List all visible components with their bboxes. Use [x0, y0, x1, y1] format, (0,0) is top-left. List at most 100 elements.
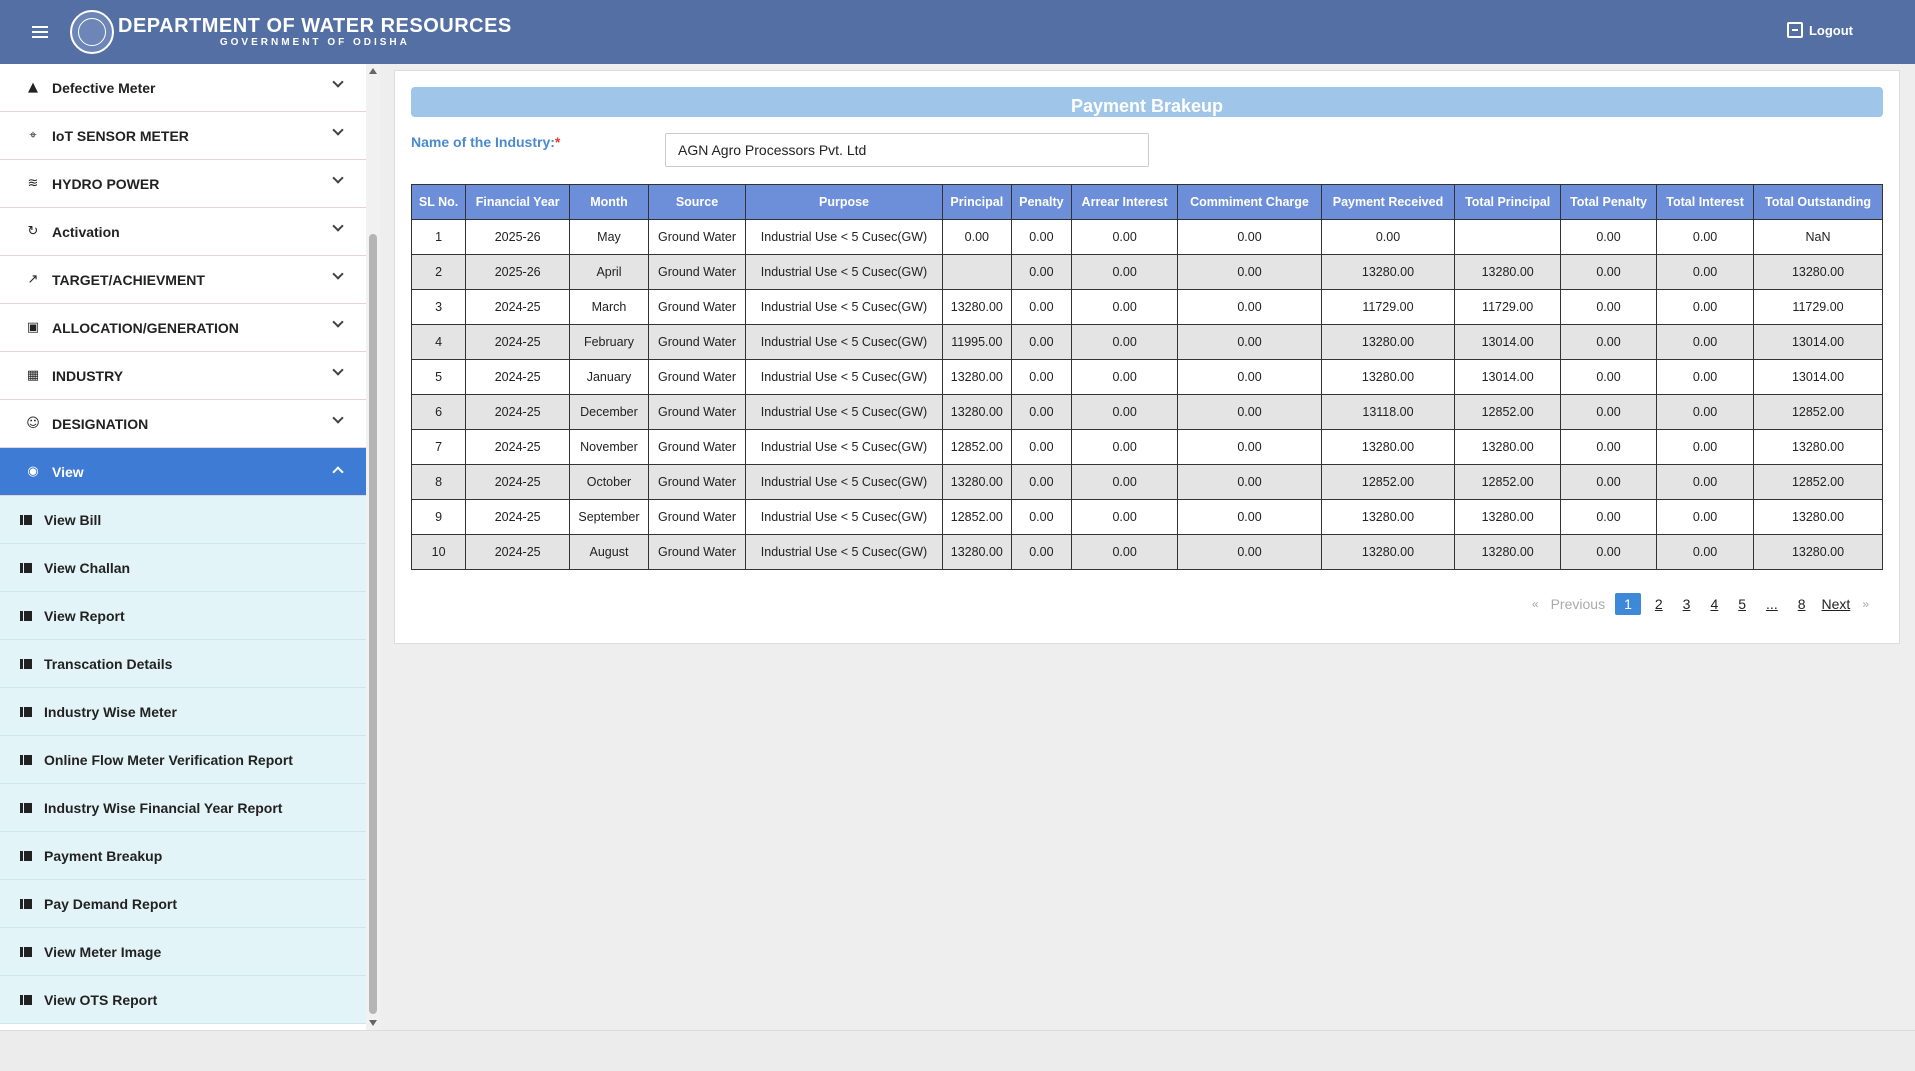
table-cell: 4 — [410, 324, 467, 360]
table-cell: 0.00 — [1177, 254, 1322, 290]
page-8-button[interactable]: 8 — [1792, 596, 1812, 612]
menu-toggle-button[interactable] — [20, 12, 60, 52]
list-icon — [20, 610, 32, 621]
table-row: 9 2024-25 September Ground Water Industrial … — [410, 499, 1883, 535]
submenu-item-industry-wise-meter[interactable]: Industry Wise Meter — [0, 688, 366, 736]
chevron-down-icon[interactable] — [332, 364, 344, 376]
chevron-up-icon[interactable] — [332, 466, 344, 478]
next-button[interactable]: Next — [1816, 596, 1857, 612]
page-5-button[interactable]: 5 — [1732, 596, 1752, 612]
logout-button[interactable]: Logout — [1786, 22, 1853, 38]
submenu-item-view-bill[interactable]: View Bill — [0, 496, 366, 544]
table-cell: 0.00 — [1559, 219, 1658, 255]
table-cell: 13280.00 — [1320, 324, 1456, 360]
page-4-button[interactable]: 4 — [1704, 596, 1724, 612]
sidebar-item-activation[interactable]: ↻ Activation — [0, 208, 366, 256]
submenu-item-view-ots-report[interactable]: View OTS Report — [0, 976, 366, 1024]
scroll-up-arrow-icon[interactable] — [369, 68, 377, 74]
list-icon — [20, 898, 32, 909]
table-cell: 0.00 — [1656, 429, 1755, 465]
table-cell: 13280.00 — [1454, 534, 1561, 570]
scroll-thumb[interactable] — [369, 234, 377, 1014]
submenu-item-transcation-details[interactable]: Transcation Details — [0, 640, 366, 688]
industry-name-input[interactable] — [665, 133, 1149, 167]
column-header: SL No. — [410, 184, 467, 220]
sidebar-item-industry[interactable]: ▦ INDUSTRY — [0, 352, 366, 400]
table-cell: 0.00 — [1177, 289, 1322, 325]
sidebar-item-allocation-generation[interactable]: ▣ ALLOCATION/GENERATION — [0, 304, 366, 352]
submenu-item-pay-demand-report[interactable]: Pay Demand Report — [0, 880, 366, 928]
table-cell: January — [569, 359, 649, 395]
table-cell: Industrial Use < 5 Cusec(GW) — [745, 499, 943, 535]
column-header: Penalty — [1010, 184, 1072, 220]
table-cell: 2024-25 — [465, 464, 571, 500]
page-1-button[interactable]: 1 — [1615, 593, 1641, 615]
table-cell: 0.00 — [1010, 464, 1072, 500]
table-cell: 2024-25 — [465, 394, 571, 430]
trend-icon: ↗ — [27, 272, 39, 287]
sidebar-item-target-achievment[interactable]: ↗ TARGET/ACHIEVMENT — [0, 256, 366, 304]
previous-button[interactable]: Previous — [1545, 596, 1611, 612]
table-cell: 3 — [410, 289, 467, 325]
sidebar-item-view[interactable]: ◉ View — [0, 448, 366, 496]
industry-label: Name of the Industry:* — [411, 134, 561, 150]
table-cell: August — [569, 534, 649, 570]
scroll-down-arrow-icon[interactable] — [369, 1020, 377, 1026]
chevron-down-icon[interactable] — [332, 172, 344, 184]
column-header: Total Penalty — [1559, 184, 1658, 220]
page-2-button[interactable]: 2 — [1649, 596, 1669, 612]
pagination: « Previous 1 2 3 4 5... 8 Next » — [1526, 593, 1875, 615]
chevron-down-icon[interactable] — [332, 268, 344, 280]
table-cell: 13280.00 — [1454, 499, 1561, 535]
table-cell: 0.00 — [1559, 359, 1658, 395]
submenu-item-view-challan[interactable]: View Challan — [0, 544, 366, 592]
list-icon — [20, 562, 32, 573]
column-header: Total Outstanding — [1753, 184, 1883, 220]
table-cell: Industrial Use < 5 Cusec(GW) — [745, 534, 943, 570]
submenu-item-online-flow-meter-verification-report[interactable]: Online Flow Meter Verification Report — [0, 736, 366, 784]
sidebar-item-hydro-power[interactable]: ≋ HYDRO POWER — [0, 160, 366, 208]
submenu-item-label: View OTS Report — [44, 991, 158, 1008]
list-icon — [20, 850, 32, 861]
column-header: Month — [569, 184, 649, 220]
table-row: 4 2024-25 February Ground Water Industrial U… — [410, 324, 1883, 360]
sidebar-item-defective-meter[interactable]: ▲ Defective Meter — [0, 64, 366, 112]
table-cell: 0.00 — [1559, 499, 1658, 535]
chevron-down-icon[interactable] — [332, 76, 344, 88]
sidebar-item-designation[interactable]: ☺ DESIGNATION — [0, 400, 366, 448]
table-cell: 0.00 — [1656, 289, 1755, 325]
table-cell: 13280.00 — [1454, 429, 1561, 465]
page-ellipsis-button[interactable]: ... — [1760, 596, 1784, 612]
table-cell: Ground Water — [647, 324, 747, 360]
chevron-down-icon[interactable] — [332, 124, 344, 136]
table-cell: 0.00 — [1656, 254, 1755, 290]
table-row: 5 2024-25 January Ground Water Industrial Us… — [410, 359, 1883, 395]
submenu-item-view-report[interactable]: View Report — [0, 592, 366, 640]
sidebar-item-iot-sensor-meter[interactable]: ⌖ IoT SENSOR METER — [0, 112, 366, 160]
table-cell: Industrial Use < 5 Cusec(GW) — [745, 359, 943, 395]
table-cell: 0.00 — [1177, 499, 1322, 535]
table-cell: 11729.00 — [1320, 289, 1456, 325]
table-cell: 0.00 — [1656, 394, 1755, 430]
table-cell: 13280.00 — [1753, 254, 1883, 290]
submenu-item-payment-breakup[interactable]: Payment Breakup — [0, 832, 366, 880]
table-cell: 13280.00 — [1320, 499, 1456, 535]
payment-breakup-card: Payment Brakeup Name of the Industry:* S… — [394, 70, 1900, 644]
submenu-item-label: Industry Wise Meter — [44, 703, 177, 720]
chevron-down-icon[interactable] — [332, 412, 344, 424]
submenu-item-industry-wise-financial-year-report[interactable]: Industry Wise Financial Year Report — [0, 784, 366, 832]
chevron-down-icon[interactable] — [332, 220, 344, 232]
table-cell: 0.00 — [1177, 359, 1322, 395]
chevron-down-icon[interactable] — [332, 316, 344, 328]
sidebar-scrollbar[interactable] — [366, 64, 380, 1030]
table-cell: 13280.00 — [1320, 429, 1456, 465]
table-cell: 13280.00 — [941, 464, 1012, 500]
submenu-item-view-meter-image[interactable]: View Meter Image — [0, 928, 366, 976]
table-cell: Ground Water — [647, 359, 747, 395]
table-cell: 12852.00 — [941, 499, 1012, 535]
page-3-button[interactable]: 3 — [1677, 596, 1697, 612]
person-icon: ☺ — [26, 416, 40, 431]
table-cell: 0.00 — [1656, 499, 1755, 535]
table-header-row: SL No. Financial Year Month Source Purpose Pr… — [410, 184, 1883, 220]
table-cell: 0.00 — [1070, 499, 1179, 535]
